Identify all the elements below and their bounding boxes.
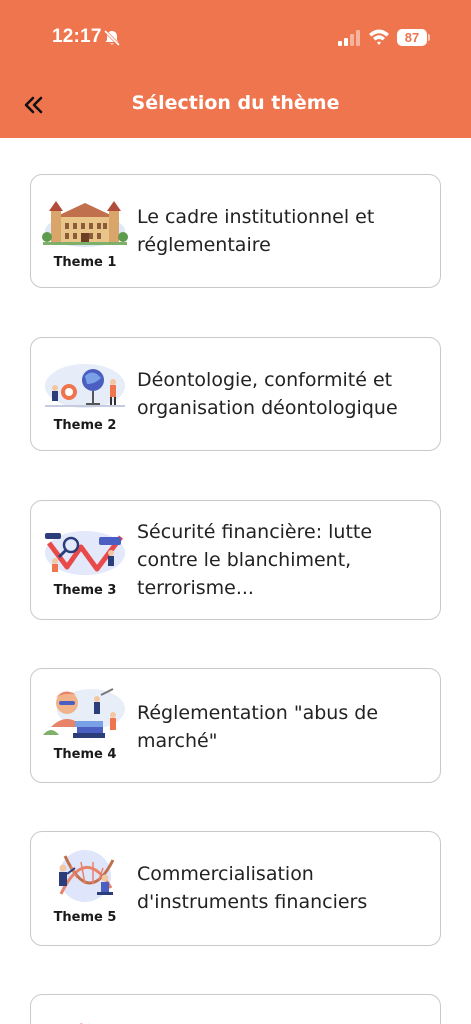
bell-muted-icon [103, 29, 121, 47]
theme-title: Réglementation "abus de marché" [137, 702, 379, 752]
institution-building-icon [42, 201, 128, 247]
financial-security-icon [45, 531, 125, 575]
theme-title: Le cadre institutionnel et réglementaire [137, 206, 375, 256]
theme-card-5[interactable]: Theme 5 Commercialisation d'instruments … [30, 831, 441, 946]
theme-label: Theme 3 [53, 583, 117, 598]
status-bar: 12:17 87 [0, 0, 471, 70]
theme-title: Déontologie, conformité et organisation … [137, 369, 398, 419]
battery-icon: 87 [397, 29, 427, 46]
theme-6-illustration-icon [80, 1023, 90, 1024]
theme-card-1[interactable]: Theme 1 Le cadre institutionnel et régle… [30, 174, 441, 288]
theme-title: Sécurité financière: lutte contre le bla… [137, 521, 373, 599]
battery-nub [428, 34, 430, 41]
theme-title: Commercialisation d'instruments financie… [137, 863, 368, 913]
status-time: 12:17 [52, 26, 102, 47]
theme-label: Theme 1 [53, 255, 117, 270]
theme-card-6[interactable] [30, 994, 441, 1024]
page-title: Sélection du thème [131, 92, 340, 114]
theme-card-2[interactable]: Theme 2 Déontologie, conformité et organ… [30, 337, 441, 451]
signal-icon [338, 30, 360, 46]
theme-card-3[interactable]: Theme 3 Sécurité financière: lutte contr… [30, 500, 441, 620]
ethics-team-icon [45, 364, 125, 408]
financial-instruments-icon [59, 850, 115, 902]
theme-card-4[interactable]: Theme 4 Réglementation "abus de marché" [30, 668, 441, 783]
theme-label: Theme 5 [53, 910, 117, 925]
wifi-icon [369, 29, 389, 45]
market-regulation-icon [43, 688, 125, 738]
app-header: 12:17 87 Sélection du thème [0, 0, 471, 138]
theme-label: Theme 2 [53, 418, 117, 433]
theme-label: Theme 4 [53, 747, 117, 762]
